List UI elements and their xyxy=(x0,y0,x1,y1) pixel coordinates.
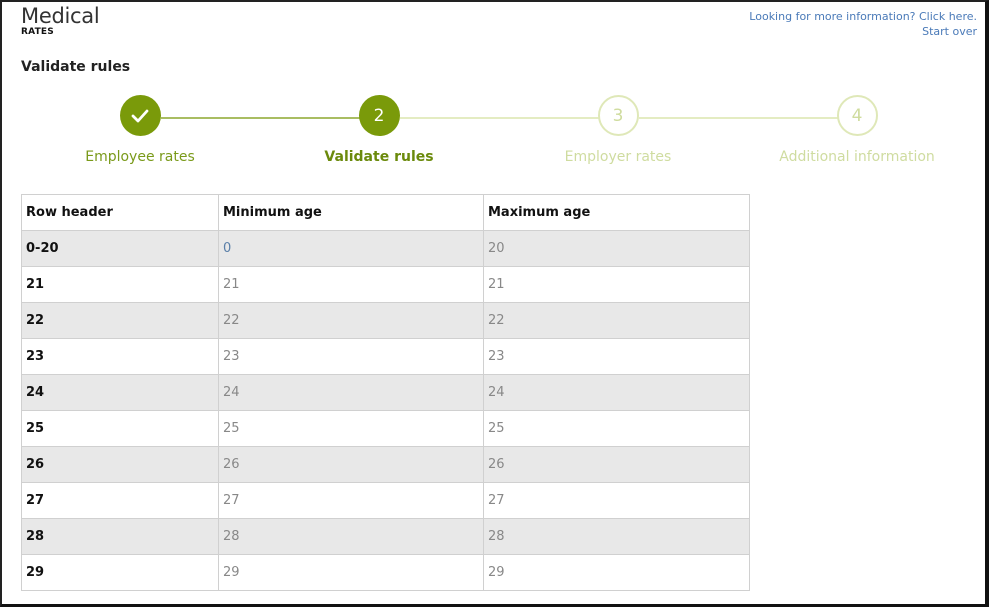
app-subtitle: RATES xyxy=(21,27,54,37)
row-header-cell: 25 xyxy=(21,410,219,447)
table-row: 27 27 27 xyxy=(21,482,750,519)
table-row: 28 28 28 xyxy=(21,518,750,555)
maximum-age-cell[interactable]: 27 xyxy=(483,482,750,519)
maximum-age-cell[interactable]: 25 xyxy=(483,410,750,447)
maximum-age-cell[interactable]: 20 xyxy=(483,230,750,267)
minimum-age-cell[interactable]: 24 xyxy=(218,374,484,411)
row-header-cell: 0-20 xyxy=(21,230,219,267)
header-links: Looking for more information? Click here… xyxy=(749,9,977,39)
age-rules-table: Row header Minimum age Maximum age 0-20 … xyxy=(21,194,750,591)
row-header-cell: 23 xyxy=(21,338,219,375)
minimum-age-cell[interactable]: 22 xyxy=(218,302,484,339)
app-title: Medical xyxy=(21,4,100,28)
start-over-link[interactable]: Start over xyxy=(749,24,977,39)
more-info-link[interactable]: Looking for more information? Click here… xyxy=(749,9,977,24)
row-header-cell: 24 xyxy=(21,374,219,411)
column-header-minimum-age[interactable]: Minimum age xyxy=(218,194,484,231)
table-row: 25 25 25 xyxy=(21,410,750,447)
minimum-age-cell[interactable]: 21 xyxy=(218,266,484,303)
step-employer-rates[interactable]: 3 Employer rates xyxy=(498,95,738,165)
minimum-age-cell[interactable]: 26 xyxy=(218,446,484,483)
step-1-label: Employee rates xyxy=(85,149,195,165)
maximum-age-cell[interactable]: 23 xyxy=(483,338,750,375)
page-title: Validate rules xyxy=(21,59,131,75)
minimum-age-cell[interactable]: 25 xyxy=(218,410,484,447)
minimum-age-cell[interactable]: 27 xyxy=(218,482,484,519)
maximum-age-cell[interactable]: 21 xyxy=(483,266,750,303)
step-additional-information[interactable]: 4 Additional information xyxy=(737,95,977,165)
minimum-age-cell[interactable]: 23 xyxy=(218,338,484,375)
table-row: 0-20 0 20 xyxy=(21,230,750,267)
table-row: 22 22 22 xyxy=(21,302,750,339)
minimum-age-cell[interactable]: 28 xyxy=(218,518,484,555)
row-header-cell: 27 xyxy=(21,482,219,519)
table-row: 24 24 24 xyxy=(21,374,750,411)
row-header-cell: 22 xyxy=(21,302,219,339)
column-header-maximum-age[interactable]: Maximum age xyxy=(483,194,750,231)
row-header-cell: 28 xyxy=(21,518,219,555)
step-validate-rules[interactable]: 2 Validate rules xyxy=(259,95,499,165)
wizard-stepper: Employee rates 2 Validate rules 3 Employ… xyxy=(21,95,977,175)
maximum-age-cell[interactable]: 24 xyxy=(483,374,750,411)
step-4-circle: 4 xyxy=(836,95,878,136)
maximum-age-cell[interactable]: 26 xyxy=(483,446,750,483)
step-4-label: Additional information xyxy=(779,149,935,165)
step-3-circle: 3 xyxy=(597,95,639,136)
minimum-age-cell[interactable]: 29 xyxy=(218,554,484,591)
step-2-circle: 2 xyxy=(358,95,400,136)
maximum-age-cell[interactable]: 28 xyxy=(483,518,750,555)
step-3-label: Employer rates xyxy=(564,149,672,165)
table-header-row: Row header Minimum age Maximum age xyxy=(21,194,750,231)
row-header-cell: 29 xyxy=(21,554,219,591)
maximum-age-cell[interactable]: 22 xyxy=(483,302,750,339)
row-header-cell: 21 xyxy=(21,266,219,303)
table-row: 26 26 26 xyxy=(21,446,750,483)
step-2-label: Validate rules xyxy=(324,149,434,165)
checkmark-icon xyxy=(131,109,149,122)
step-employee-rates[interactable]: Employee rates xyxy=(20,95,260,165)
table-row: 21 21 21 xyxy=(21,266,750,303)
row-header-cell: 26 xyxy=(21,446,219,483)
step-1-circle xyxy=(119,95,161,136)
table-row: 29 29 29 xyxy=(21,554,750,591)
minimum-age-cell[interactable]: 0 xyxy=(218,230,484,267)
table-row: 23 23 23 xyxy=(21,338,750,375)
maximum-age-cell[interactable]: 29 xyxy=(483,554,750,591)
column-header-row-header[interactable]: Row header xyxy=(21,194,219,231)
